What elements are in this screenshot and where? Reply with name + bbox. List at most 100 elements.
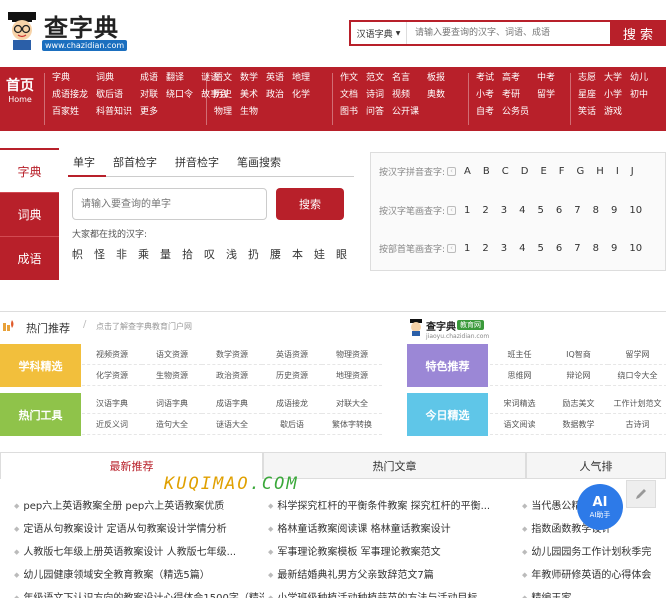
article-link[interactable]: 军事理论教案模板 军事理论教案范文 [268, 543, 523, 558]
article-link[interactable]: 年教师研修英语的心得体会 [522, 566, 666, 581]
nav-link[interactable]: 初中 [630, 89, 648, 102]
index-item[interactable]: G [577, 166, 585, 177]
index-item[interactable]: 6 [556, 243, 562, 254]
quick-link[interactable]: 成语接龙 [262, 393, 322, 414]
nav-link[interactable]: 名言 [392, 72, 419, 85]
nav-link[interactable]: 留学 [537, 89, 555, 102]
nav-link[interactable]: 小学 [604, 89, 622, 102]
nav-link[interactable]: 成语 [140, 72, 158, 85]
quick-link[interactable]: 古诗词 [608, 414, 666, 435]
nav-link[interactable]: 星座 [578, 89, 596, 102]
quick-link[interactable]: 地理资源 [322, 365, 382, 386]
block-today[interactable]: 今日精选 [407, 393, 488, 436]
quick-link[interactable]: 班主任 [490, 344, 549, 365]
nav-link[interactable]: 板报 [427, 72, 445, 85]
popular-char[interactable]: 怪 [94, 246, 105, 262]
nav-link[interactable]: 作文 [340, 72, 358, 85]
popular-char[interactable]: 拾 [182, 246, 193, 262]
quick-link[interactable]: 留学网 [608, 344, 666, 365]
side-tab-zidian[interactable]: 字典 [0, 148, 59, 192]
block-tools[interactable]: 热门工具 [0, 393, 81, 436]
nav-link[interactable]: 笑话 [578, 106, 596, 119]
article-link[interactable]: 最新结婚典礼男方父亲致辞范文7篇 [268, 566, 523, 581]
nav-link[interactable]: 地理 [292, 72, 310, 85]
index-item[interactable]: 9 [611, 205, 617, 216]
nav-link[interactable]: 词典 [96, 72, 132, 85]
nav-link[interactable]: 问答 [366, 106, 384, 119]
index-item[interactable]: 7 [574, 243, 580, 254]
nav-link[interactable]: 翻译 [166, 72, 193, 85]
index-item[interactable]: D [521, 166, 529, 177]
index-item[interactable]: 5 [538, 205, 544, 216]
logo-title[interactable]: 查字典 [44, 8, 119, 43]
tab-popular[interactable]: 人气排 [526, 452, 666, 479]
nav-link[interactable]: 高考 [502, 72, 529, 85]
index-item[interactable]: 2 [482, 243, 488, 254]
index-item[interactable]: J [631, 166, 634, 177]
index-item[interactable]: 7 [574, 205, 580, 216]
arrow-left-icon[interactable]: ‹ [447, 167, 457, 176]
nav-link[interactable]: 考试 [476, 72, 494, 85]
nav-link[interactable]: 范文 [366, 72, 384, 85]
quick-link[interactable]: 数学资源 [202, 344, 262, 365]
popular-char[interactable]: 叹 [204, 246, 215, 262]
nav-link[interactable]: 文档 [340, 89, 358, 102]
quick-link[interactable]: 视频资源 [82, 344, 142, 365]
nav-link[interactable]: 字典 [52, 72, 88, 85]
index-item[interactable]: 3 [501, 205, 507, 216]
subtab-single-char[interactable]: 单字 [73, 154, 95, 170]
edit-icon[interactable] [626, 480, 656, 508]
nav-link[interactable]: 绕口令 [166, 89, 193, 102]
nav-link[interactable]: 历史 [214, 89, 232, 102]
index-item[interactable]: 1 [464, 243, 470, 254]
char-search-input[interactable] [72, 188, 267, 220]
subtab-radical[interactable]: 部首检字 [113, 154, 157, 170]
popular-char[interactable]: 眼 [336, 246, 347, 262]
arrow-left-icon[interactable]: ‹ [447, 206, 457, 215]
quick-link[interactable]: 历史资源 [262, 365, 322, 386]
article-link[interactable]: 精编王家... [522, 589, 666, 598]
index-item[interactable]: 5 [538, 243, 544, 254]
popular-char[interactable]: 帜 [72, 246, 83, 262]
index-item[interactable]: 3 [501, 243, 507, 254]
popular-char[interactable]: 乘 [138, 246, 149, 262]
article-link[interactable]: 幼儿园园务工作计划秋季完 [522, 543, 666, 558]
logo-avatar-icon[interactable] [4, 10, 40, 50]
nav-link[interactable]: 科普知识 [96, 106, 132, 119]
nav-link[interactable]: 生物 [240, 106, 258, 119]
popular-char[interactable]: 腰 [270, 246, 281, 262]
quick-link[interactable]: 绕口令大全 [608, 365, 666, 386]
search-button[interactable]: 搜 索 [610, 22, 666, 44]
nav-link[interactable]: 对联 [140, 89, 158, 102]
nav-link[interactable]: 奥数 [427, 89, 445, 102]
side-tab-chengyu[interactable]: 成语 [0, 236, 59, 280]
quick-link[interactable]: 成语字典 [202, 393, 262, 414]
nav-link[interactable]: 政治 [266, 89, 284, 102]
article-link[interactable]: pep六上英语教案全册 pep六上英语教案优质 [14, 497, 264, 512]
article-link[interactable]: 科学探究杠杆的平衡条件教案 探究杠杆的平衡... [268, 497, 523, 512]
quick-link[interactable]: 语文资源 [142, 344, 202, 365]
tab-hot-articles[interactable]: 热门文章 [263, 452, 526, 479]
index-item[interactable]: I [616, 166, 619, 177]
index-item[interactable]: 10 [629, 243, 642, 254]
arrow-left-icon[interactable]: ‹ [447, 244, 457, 253]
index-item[interactable]: 10 [629, 205, 642, 216]
article-link[interactable]: 人教版七年级上册英语教案设计 人教版七年级... [14, 543, 264, 558]
subtab-stroke[interactable]: 笔画搜索 [237, 154, 281, 170]
nav-link[interactable]: 诗词 [366, 89, 384, 102]
index-item[interactable]: A [464, 166, 471, 177]
quick-link[interactable]: 化学资源 [82, 365, 142, 386]
nav-link[interactable]: 数学 [240, 72, 258, 85]
nav-link[interactable]: 游戏 [604, 106, 622, 119]
nav-link[interactable]: 小考 [476, 89, 494, 102]
nav-link[interactable]: 幼儿 [630, 72, 648, 85]
article-link[interactable]: 小学班级种植活动种植蒜苗的方法与活动目标 [268, 589, 523, 598]
nav-link[interactable]: 物理 [214, 106, 232, 119]
popular-char[interactable]: 扔 [248, 246, 259, 262]
ai-assistant-button[interactable]: AI AI助手 [577, 484, 623, 530]
char-search-button[interactable]: 搜索 [276, 188, 344, 220]
index-item[interactable]: 4 [519, 205, 525, 216]
nav-link[interactable]: 公务员 [502, 106, 529, 119]
nav-link[interactable]: 视频 [392, 89, 419, 102]
index-item[interactable]: E [540, 166, 546, 177]
